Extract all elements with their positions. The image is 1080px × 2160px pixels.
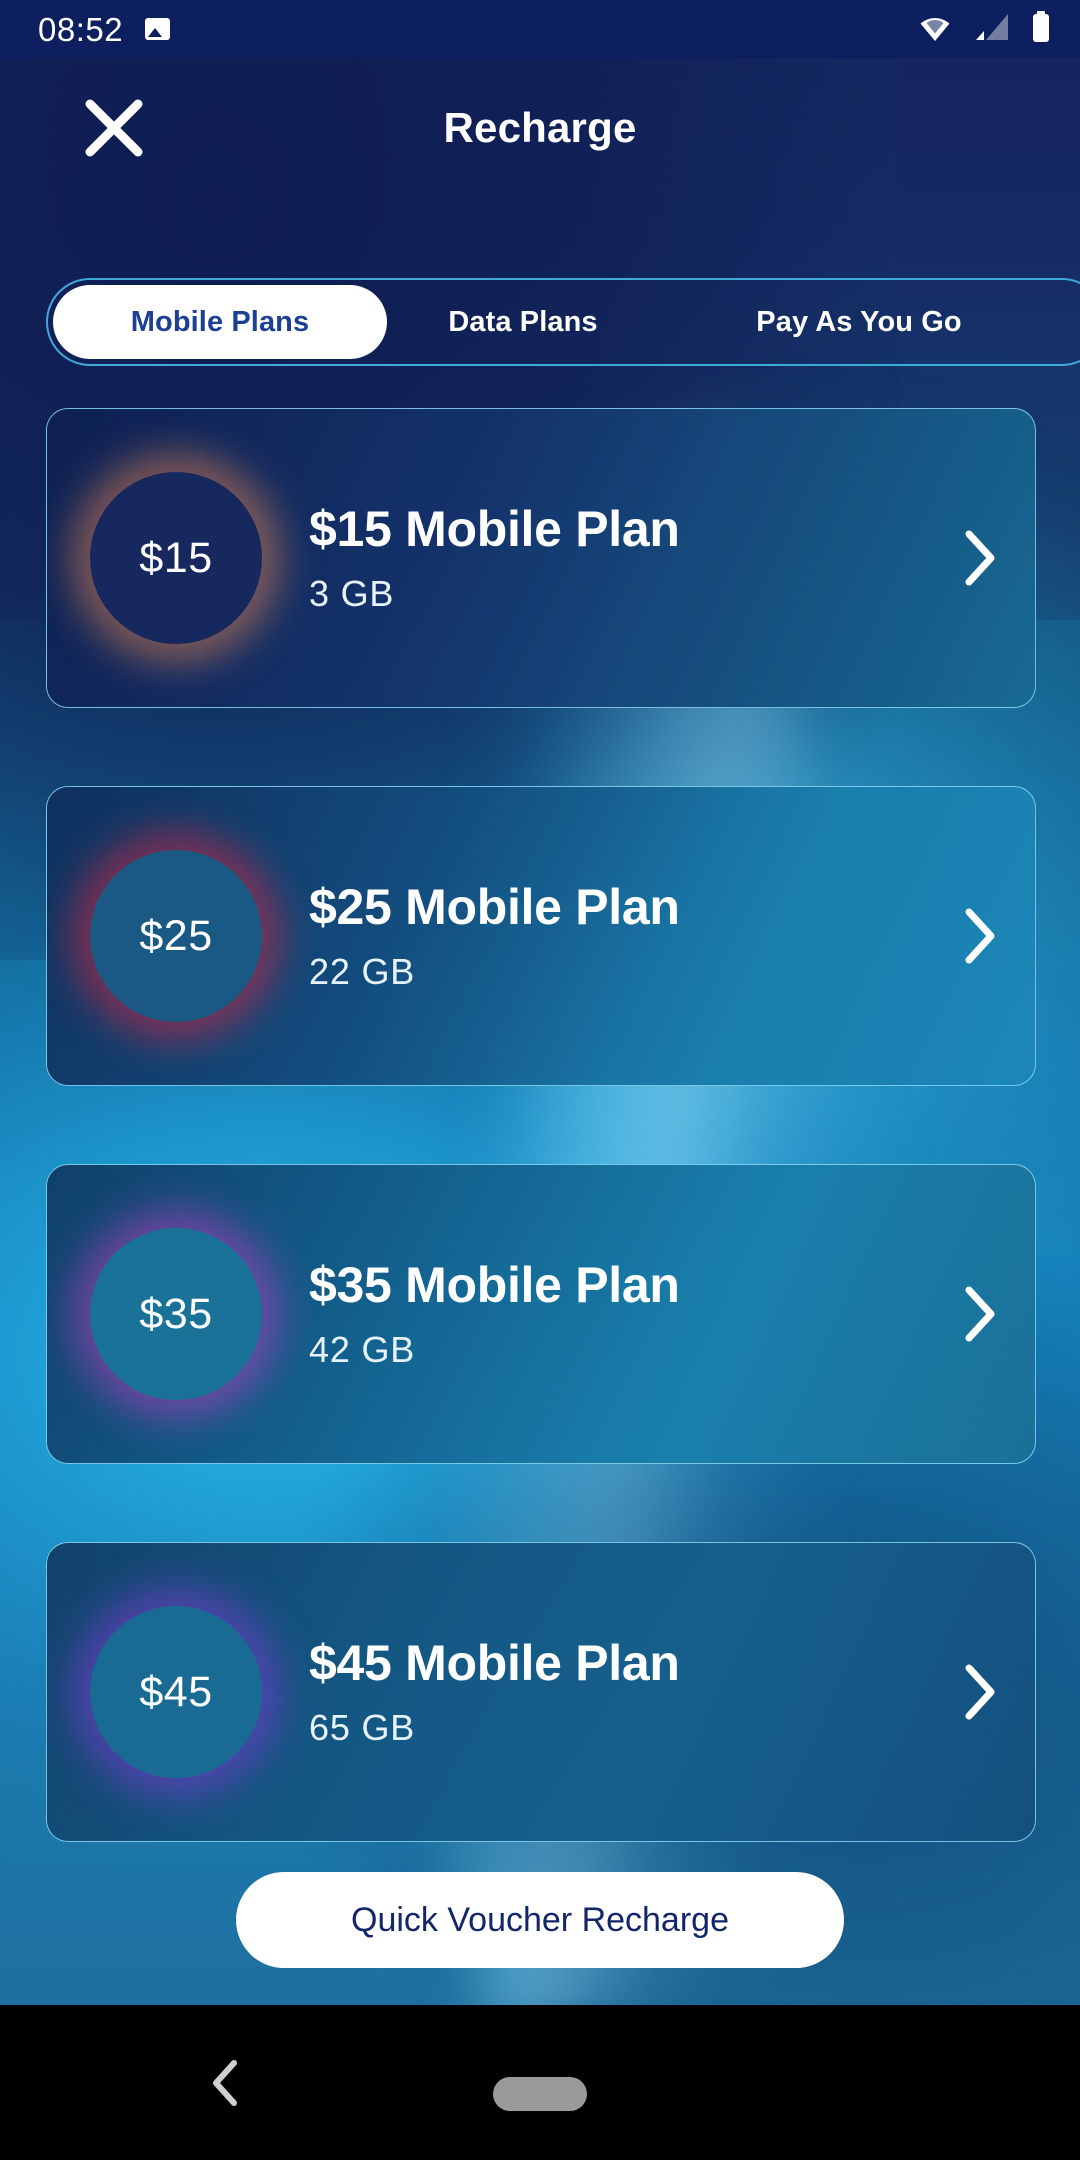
cellular-signal-icon <box>974 12 1010 47</box>
battery-icon <box>1030 10 1052 48</box>
plan-card-45[interactable]: $45 $45 Mobile Plan 65 GB <box>46 1542 1036 1842</box>
wifi-icon <box>916 12 954 47</box>
plan-title: $25 Mobile Plan <box>309 878 680 935</box>
tab-mobile-plans[interactable]: Mobile Plans <box>53 285 387 359</box>
plan-badge-amount: $45 <box>90 1606 262 1778</box>
image-icon <box>145 18 171 40</box>
chevron-right-icon[interactable] <box>925 787 1035 1085</box>
status-bar-clock: 08:52 <box>38 10 124 48</box>
chevron-right-icon[interactable] <box>925 1543 1035 1841</box>
status-bar: 08:52 <box>0 0 1080 58</box>
plan-title: $15 Mobile Plan <box>309 500 680 557</box>
plan-data-allowance: 3 GB <box>309 572 395 614</box>
chevron-right-icon[interactable] <box>925 1165 1035 1463</box>
plan-badge-wrap: $25 <box>47 787 305 1085</box>
plan-card-15[interactable]: $15 $15 Mobile Plan 3 GB <box>46 408 1036 708</box>
plan-card-35[interactable]: $35 $35 Mobile Plan 42 GB <box>46 1164 1036 1464</box>
android-nav-bar <box>0 2005 1080 2160</box>
plan-badge-amount: $35 <box>90 1228 262 1400</box>
chevron-right-icon[interactable] <box>925 409 1035 707</box>
plan-text: $15 Mobile Plan 3 GB <box>305 500 925 615</box>
tab-data-plans[interactable]: Data Plans <box>387 285 659 359</box>
plan-text: $35 Mobile Plan 42 GB <box>305 1256 925 1371</box>
plan-text: $45 Mobile Plan 65 GB <box>305 1634 925 1749</box>
plan-card-25[interactable]: $25 $25 Mobile Plan 22 GB <box>46 786 1036 1086</box>
plan-badge-wrap: $45 <box>47 1543 305 1841</box>
status-bar-left: 08:52 <box>38 10 171 48</box>
plan-data-allowance: 42 GB <box>309 1328 416 1370</box>
app-header: Recharge <box>0 58 1080 198</box>
home-pill-icon[interactable] <box>493 2077 587 2111</box>
plan-badge-amount: $15 <box>90 472 262 644</box>
back-chevron-icon[interactable] <box>200 2055 256 2111</box>
plan-data-allowance: 22 GB <box>309 950 416 992</box>
plan-text: $25 Mobile Plan 22 GB <box>305 878 925 993</box>
status-bar-right <box>916 10 1052 48</box>
plan-type-tabbar: Mobile Plans Data Plans Pay As You Go <box>46 278 1080 366</box>
plan-data-allowance: 65 GB <box>309 1706 416 1748</box>
plan-title: $45 Mobile Plan <box>309 1634 680 1691</box>
tab-pay-as-you-go[interactable]: Pay As You Go <box>659 285 1059 359</box>
page-title: Recharge <box>443 104 637 151</box>
plan-badge-amount: $25 <box>90 850 262 1022</box>
plan-badge-wrap: $15 <box>47 409 305 707</box>
plan-list: $15 $15 Mobile Plan 3 GB $25 $25 Mobile … <box>46 408 1036 1920</box>
plan-badge-wrap: $35 <box>47 1165 305 1463</box>
close-icon[interactable] <box>78 92 150 164</box>
quick-voucher-recharge-button[interactable]: Quick Voucher Recharge <box>236 1872 844 1968</box>
plan-title: $35 Mobile Plan <box>309 1256 680 1313</box>
